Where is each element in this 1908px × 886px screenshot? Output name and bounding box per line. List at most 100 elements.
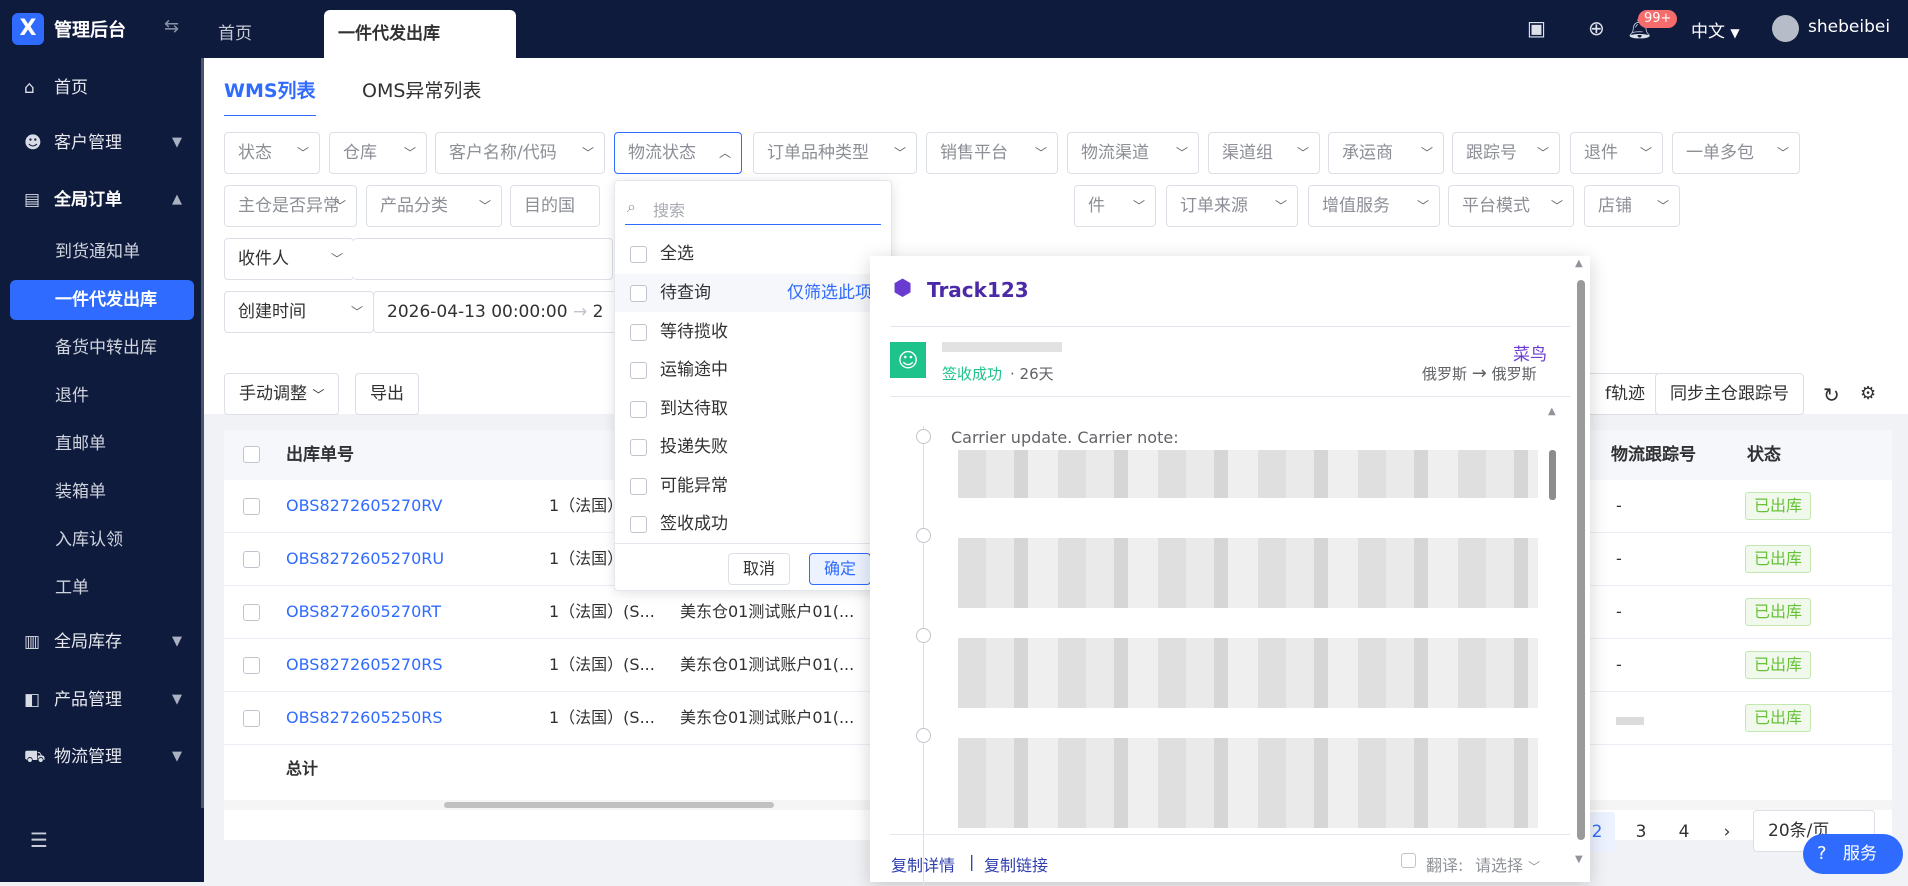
consignee-input[interactable] [353,238,613,280]
filter-main-warehouse-exception[interactable]: 主仓是否异常 ﹀ [224,185,357,227]
table-hscroll-thumb[interactable] [444,802,774,808]
export-button[interactable]: 导出 [355,373,419,415]
filter-shop[interactable]: 店铺 ﹀ [1584,185,1680,227]
option-ready-pickup[interactable]: 到达待取 [615,390,893,428]
confirm-button[interactable]: 确定 [809,553,872,585]
username[interactable]: shebeibei [1808,17,1890,37]
outer-scrollbar[interactable]: ▲ ▼ [1575,258,1587,868]
service-chat-button[interactable]: ? 服务 [1803,834,1903,874]
option-awaiting-pickup[interactable]: 等待揽收 [615,313,893,351]
row-checkbox[interactable] [243,551,260,568]
tab-oms-exception-list[interactable]: OMS异常列表 [362,76,481,103]
page-4[interactable]: 4 [1666,812,1702,852]
option-pending-query[interactable]: 待查询 仅筛选此项 [615,274,893,312]
filter-status[interactable]: 状态 ﹀ [224,132,320,174]
option-checkbox[interactable] [630,362,647,379]
sidebar-subitem-dropship[interactable]: 一件代发出库 [10,280,194,320]
row-checkbox[interactable] [243,710,260,727]
scroll-up-icon[interactable]: ▲ [1548,406,1556,417]
language-select[interactable]: 中文 ▼ [1691,17,1740,42]
option-checkbox[interactable] [630,246,647,263]
filter-value-added-service[interactable]: 增值服务 ﹀ [1308,185,1440,227]
order-link[interactable]: OBS8272605270RT [286,586,441,638]
outer-scroll-thumb[interactable] [1577,280,1585,840]
translate-select[interactable]: 请选择 ﹀ [1475,852,1540,876]
order-link[interactable]: OBS8272605270RS [286,639,443,691]
option-delivered[interactable]: 签收成功 [615,505,893,543]
inner-scrollbar[interactable]: ▲ [1548,406,1556,826]
date-range-picker[interactable]: 2026-04-13 00:00:00 → 2 [373,291,623,333]
row-checkbox[interactable] [243,657,260,674]
filter-only-this-link[interactable]: 仅筛选此项 [787,274,872,312]
filter-order-type[interactable]: 订单品种类型 ﹀ [753,132,917,174]
sidebar-subitem-ticket[interactable]: 工单 [0,568,204,608]
filter-carrier[interactable]: 承运商 ﹀ [1328,132,1444,174]
sync-tracking-button[interactable]: 同步主仓跟踪号 [1655,373,1804,415]
filter-multi-package[interactable]: 一单多包 ﹀ [1672,132,1800,174]
order-link[interactable]: OBS8272605250RS [286,692,443,744]
copy-link-link[interactable]: 复制链接 [984,852,1048,876]
tab-home[interactable]: 首页 [204,10,266,58]
order-link[interactable]: OBS8272605270RV [286,480,442,532]
filter-order-source[interactable]: 订单来源 ﹀ [1166,185,1298,227]
sidebar-subitem-packing[interactable]: 装箱单 [0,472,204,512]
sidebar-subitem-transfer[interactable]: 备货中转出库 [0,328,204,368]
filter-warehouse[interactable]: 仓库 ﹀ [329,132,427,174]
option-select-all[interactable]: 全选 [615,235,893,273]
sidebar-item-home[interactable]: ⌂ 首页 [0,68,204,108]
sidebar-item-logistics[interactable]: ⛟ 物流管理 ▼ [0,737,204,777]
tab-outbound[interactable]: 一件代发出库 [324,10,516,58]
sidebar-subitem-claim[interactable]: 入库认领 [0,520,204,560]
row-checkbox[interactable] [243,604,260,621]
filter-logistics-status[interactable]: 物流状态 ︿ [614,132,742,174]
filter-customer[interactable]: 客户名称/代码 ﹀ [435,132,605,174]
col-tracking-no[interactable]: 物流跟踪号 [1611,430,1711,480]
sidebar-subitem-arrival[interactable]: 到货通知单 [0,232,204,272]
option-checkbox[interactable] [630,439,647,456]
tab-wms-list[interactable]: WMS列表 [224,76,316,118]
option-checkbox[interactable] [630,324,647,341]
option-delivery-failed[interactable]: 投递失败 [615,428,893,466]
scroll-up-icon[interactable]: ▲ [1575,258,1583,269]
translate-checkbox[interactable] [1401,853,1416,868]
select-all-checkbox[interactable] [243,446,260,463]
filter-logistics-channel[interactable]: 物流渠道 ﹀ [1067,132,1199,174]
option-checkbox[interactable] [630,516,647,533]
option-checkbox[interactable] [630,285,647,302]
inbox-icon[interactable]: ▣ [1527,16,1546,40]
filter-destination[interactable]: 目的国 [510,185,600,227]
consignee-type-select[interactable]: 收件人 ﹀ [224,238,354,280]
dropdown-search-field[interactable]: ⌕ 搜索 [625,191,881,225]
col-status[interactable]: 状态 [1747,430,1827,480]
sidebar-item-inventory[interactable]: ▥ 全局库存 ▼ [0,622,204,662]
collapse-sidebar-icon[interactable]: ⇆ [164,16,179,37]
filter-channel-group[interactable]: 渠道组 ﹀ [1208,132,1320,174]
manual-adjust-button[interactable]: 手动调整 ﹀ [224,373,340,415]
filter-returns[interactable]: 退件 ﹀ [1570,132,1663,174]
option-checkbox[interactable] [630,401,647,418]
next-page-button[interactable]: › [1709,812,1745,852]
sidebar-subitem-direct-mail[interactable]: 直邮单 [0,424,204,464]
copy-detail-link[interactable]: 复制详情 [891,852,955,876]
filter-product-category[interactable]: 产品分类 ﹀ [366,185,502,227]
filter-platform-mode[interactable]: 平台模式 ﹀ [1448,185,1574,227]
option-possible-exception[interactable]: 可能异常 [615,467,893,505]
download-icon[interactable]: ⊕ [1588,16,1605,40]
filter-tracking-no[interactable]: 跟踪号 ﹀ [1452,132,1560,174]
sidebar-item-orders[interactable]: ▤ 全局订单 ▲ [0,180,204,220]
column-settings-icon[interactable]: ⚙ [1860,383,1876,404]
option-in-transit[interactable]: 运输途中 [615,351,893,389]
col-order-no[interactable]: 出库单号 [286,430,486,480]
option-checkbox[interactable] [630,478,647,495]
filter-sales-platform[interactable]: 销售平台 ﹀ [926,132,1058,174]
filter-item[interactable]: 件 ﹀ [1074,185,1156,227]
page-3[interactable]: 3 [1623,812,1659,852]
sidebar-subitem-returns[interactable]: 退件 [0,376,204,416]
sidebar-item-customers[interactable]: ☻ 客户管理 ▼ [0,123,204,163]
order-link[interactable]: OBS8272605270RU [286,533,444,585]
time-type-select[interactable]: 创建时间 ﹀ [224,291,374,333]
inner-scroll-thumb[interactable] [1549,450,1556,500]
scroll-down-icon[interactable]: ▼ [1575,854,1583,865]
menu-fold-icon[interactable]: ☰ [30,828,48,852]
avatar[interactable] [1772,15,1799,42]
